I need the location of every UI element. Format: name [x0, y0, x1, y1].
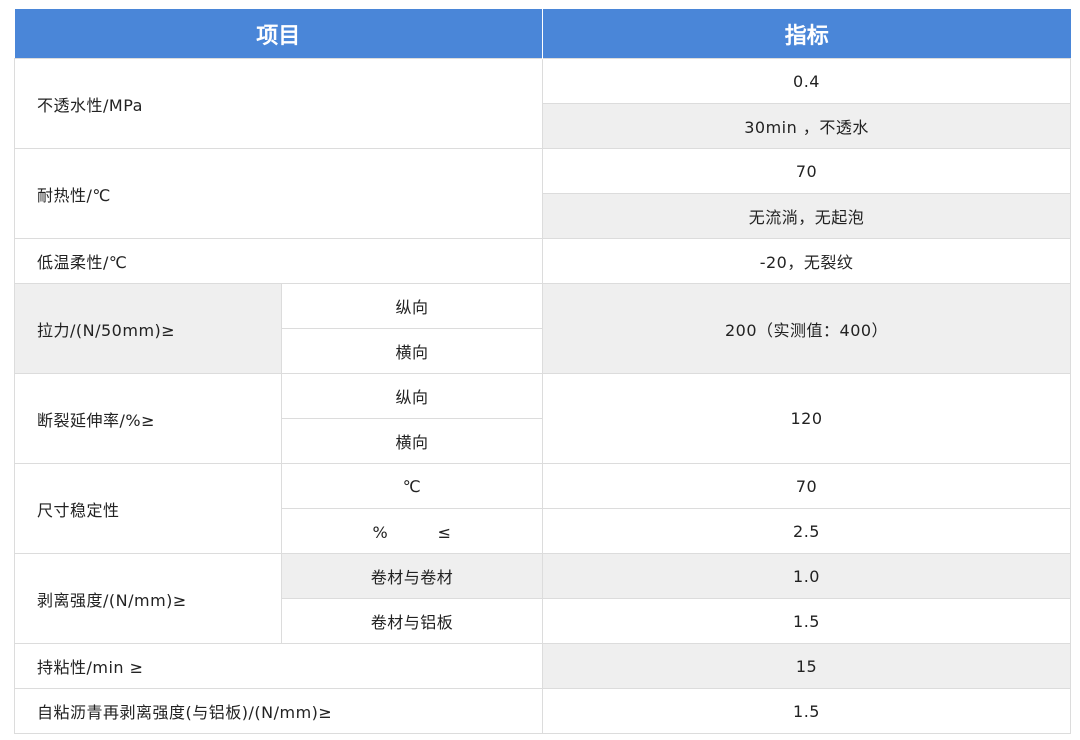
value-elongation: 120: [542, 373, 1072, 464]
sub-elongation-transverse: 横向: [280, 418, 544, 464]
table-row: 耐热性/℃ 70: [13, 148, 1072, 239]
sub-tensile-longitudinal: 纵向: [280, 283, 544, 329]
value-tack: 15: [542, 643, 1072, 689]
spec-table: 项目 指标 不透水性/MPa 0.4 30min ，不透水 耐热性/℃ 70 无…: [13, 9, 1072, 734]
table-row: 不透水性/MPa 0.4: [13, 58, 1072, 149]
row-label-peel: 剥离强度/(N/mm)≥: [14, 553, 282, 644]
sub-dimension-temp: ℃: [280, 463, 544, 509]
value-repeel: 1.5: [542, 688, 1072, 734]
value-dimension-temp: 70: [542, 463, 1072, 509]
sub-dimension-percent: % ≤: [280, 508, 544, 554]
table-row: 持粘性/min ≥ 15: [13, 643, 1072, 689]
value-heat-result: 无流淌，无起泡: [542, 193, 1072, 239]
table-row: 拉力/(N/50mm)≥ 纵向 200（实测值：400）: [14, 283, 1072, 374]
header-item: 项目: [14, 9, 544, 59]
table-row: 尺寸稳定性 ℃ 70: [14, 463, 1072, 554]
row-label-dimension: 尺寸稳定性: [14, 463, 282, 554]
header-spec: 指标: [542, 9, 1071, 59]
table-row: 断裂延伸率/%≥ 纵向 120: [14, 373, 1072, 464]
value-heat-temp: 70: [542, 148, 1072, 194]
sub-elongation-longitudinal: 纵向: [280, 373, 544, 419]
sub-tensile-transverse: 横向: [280, 328, 544, 374]
table-row: 低温柔性/℃ -20，无裂纹: [13, 238, 1072, 284]
row-label-repeel: 自粘沥青再剥离强度(与铝板)/(N/mm)≥: [13, 688, 544, 734]
value-lowtemp: -20，无裂纹: [542, 238, 1072, 284]
value-peel-sheet-aluminum: 1.5: [542, 598, 1072, 644]
row-label-tack: 持粘性/min ≥: [13, 643, 544, 689]
row-label-elongation: 断裂延伸率/%≥: [14, 373, 282, 464]
row-label-tensile: 拉力/(N/50mm)≥: [14, 283, 282, 374]
table-row: 自粘沥青再剥离强度(与铝板)/(N/mm)≥ 1.5: [13, 688, 1072, 734]
header-row: 项目 指标: [14, 9, 1071, 59]
sub-peel-sheet-sheet: 卷材与卷材: [280, 553, 544, 599]
row-label-lowtemp: 低温柔性/℃: [13, 238, 544, 284]
row-label-waterproof: 不透水性/MPa: [13, 58, 544, 149]
value-peel-sheet-sheet: 1.0: [542, 553, 1072, 599]
value-waterproof-pressure: 0.4: [542, 58, 1072, 104]
table-row: 剥离强度/(N/mm)≥ 卷材与卷材 1.0: [14, 553, 1072, 644]
value-waterproof-duration: 30min ，不透水: [542, 103, 1072, 149]
spec-table-container: 项目 指标 不透水性/MPa 0.4 30min ，不透水 耐热性/℃ 70 无…: [13, 9, 1072, 734]
sub-peel-sheet-aluminum: 卷材与铝板: [280, 598, 544, 644]
value-dimension-percent: 2.5: [542, 508, 1072, 554]
value-tensile: 200（实测值：400）: [542, 283, 1072, 374]
row-label-heat: 耐热性/℃: [13, 148, 544, 239]
